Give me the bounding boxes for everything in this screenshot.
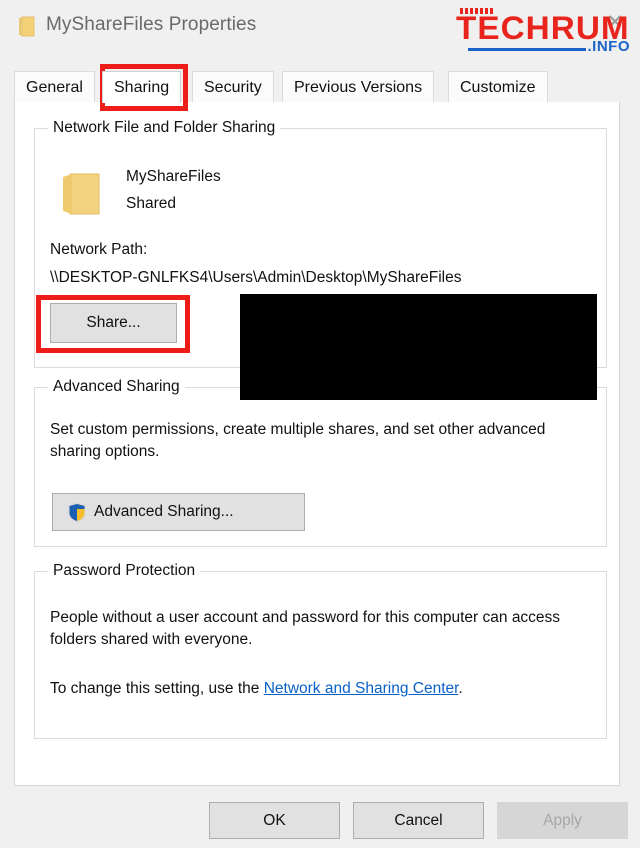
shared-folder-name: MyShareFiles [126, 168, 221, 185]
advanced-sharing-button-label: Advanced Sharing... [94, 503, 234, 520]
uac-shield-icon [68, 502, 86, 522]
tab-security[interactable]: Security [192, 71, 274, 103]
network-path-label: Network Path: [50, 241, 148, 258]
change-setting-prefix: To change this setting, use the [50, 680, 264, 697]
change-setting-suffix: . [458, 680, 463, 697]
advanced-sharing-description: Set custom permissions, create multiple … [50, 421, 546, 460]
network-sharing-group-title: Network File and Folder Sharing [48, 119, 281, 137]
tab-general[interactable]: General [14, 71, 95, 103]
tab-customize[interactable]: Customize [448, 71, 548, 103]
techrum-watermark-logo: TECHRUM .INFO [456, 6, 632, 56]
password-protection-change-line: To change this setting, use the Network … [50, 680, 463, 698]
redaction-block [240, 294, 597, 400]
ok-button[interactable]: OK [209, 802, 340, 839]
folder-icon [19, 16, 35, 37]
apply-button: Apply [497, 802, 628, 839]
tab-strip: General Sharing Security Previous Versio… [14, 71, 620, 104]
title-bar: MyShareFiles Properties ✕ TECHRUM .INFO [0, 0, 640, 56]
logo-underline [468, 48, 586, 51]
cancel-button[interactable]: Cancel [353, 802, 484, 839]
advanced-sharing-group-title: Advanced Sharing [48, 378, 185, 396]
tab-previous-versions[interactable]: Previous Versions [282, 71, 435, 103]
folder-icon [63, 173, 100, 215]
tab-sharing[interactable]: Sharing [102, 71, 182, 103]
password-protection-description: People without a user account and passwo… [50, 609, 561, 648]
password-protection-group-title: Password Protection [48, 562, 201, 580]
share-button[interactable]: Share... [50, 303, 177, 343]
shared-folder-state: Shared [126, 195, 176, 212]
advanced-sharing-button[interactable]: Advanced Sharing... [52, 493, 305, 531]
properties-dialog: MyShareFiles Properties ✕ TECHRUM .INFO … [0, 0, 640, 848]
logo-suffix-text: .INFO [587, 38, 630, 55]
window-title: MyShareFiles Properties [46, 14, 257, 35]
password-protection-group: Password Protection [34, 562, 607, 739]
network-and-sharing-center-link[interactable]: Network and Sharing Center [264, 680, 459, 697]
network-path-value: \\DESKTOP-GNLFKS4\Users\Admin\Desktop\My… [50, 269, 462, 286]
